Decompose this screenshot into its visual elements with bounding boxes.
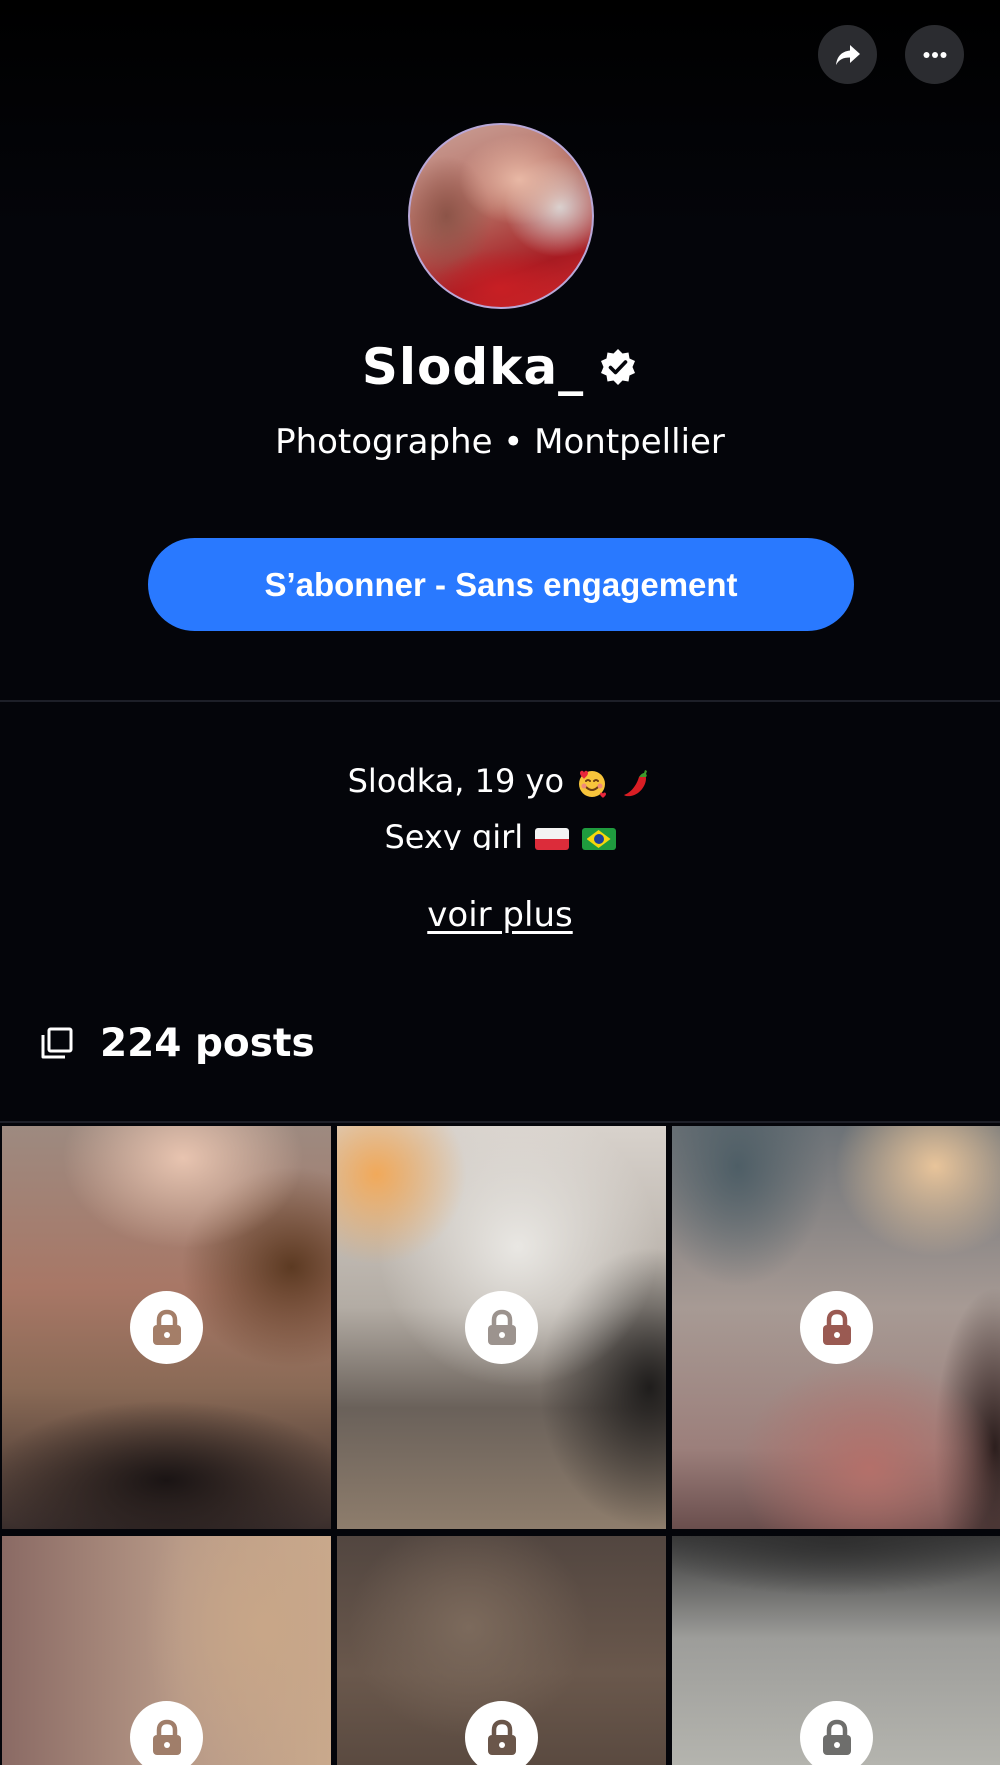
brazil-flag-icon <box>581 828 616 850</box>
profile-name-row: Slodka_ <box>0 332 1000 402</box>
profile-page: Slodka_ Photographe • Montpellier S’abon… <box>0 0 1000 1765</box>
see-more-link[interactable]: voir plus <box>0 895 1000 935</box>
post-tile-locked[interactable] <box>337 1126 666 1529</box>
bio-text-2: Sexy girl <box>384 818 524 850</box>
smiling-face-with-hearts-icon <box>579 770 607 798</box>
share-button[interactable] <box>818 25 877 84</box>
bio-text-1: Slodka, 19 yo <box>347 762 565 800</box>
section-divider <box>0 700 1000 702</box>
post-tile-locked[interactable] <box>672 1126 1000 1529</box>
subscribe-button[interactable]: S’abonner - Sans engagement <box>148 538 854 631</box>
poland-flag-icon <box>535 828 570 850</box>
lock-badge <box>130 1701 203 1765</box>
posts-header: 224 posts <box>40 1018 315 1068</box>
lock-icon <box>487 1309 516 1345</box>
posts-stack-icon <box>41 1027 73 1059</box>
lock-badge <box>130 1291 203 1364</box>
lock-icon <box>152 1309 181 1345</box>
bio-line-2: Sexy girl <box>0 818 1000 850</box>
more-dots-icon <box>923 51 946 58</box>
lock-badge <box>800 1291 873 1364</box>
lock-icon <box>152 1719 181 1755</box>
post-tile-locked[interactable] <box>2 1536 331 1765</box>
profile-name: Slodka_ <box>361 338 585 396</box>
posts-count: 224 posts <box>100 1020 315 1066</box>
avatar[interactable] <box>408 123 594 309</box>
hot-pepper-icon <box>624 770 648 797</box>
grid-divider <box>0 1121 1000 1123</box>
share-arrow-icon <box>835 44 860 65</box>
lock-badge <box>465 1701 538 1765</box>
more-options-button[interactable] <box>905 25 964 84</box>
lock-badge <box>465 1291 538 1364</box>
post-tile-locked[interactable] <box>672 1536 1000 1765</box>
lock-badge <box>800 1701 873 1765</box>
post-tile-locked[interactable] <box>2 1126 331 1529</box>
lock-icon <box>487 1719 516 1755</box>
bio-line-1: Slodka, 19 yo <box>0 762 1000 800</box>
lock-icon <box>822 1309 851 1345</box>
profile-subtitle: Photographe • Montpellier <box>275 422 725 462</box>
post-tile-locked[interactable] <box>337 1536 666 1765</box>
lock-icon <box>822 1719 851 1755</box>
verified-badge-icon <box>601 349 636 385</box>
